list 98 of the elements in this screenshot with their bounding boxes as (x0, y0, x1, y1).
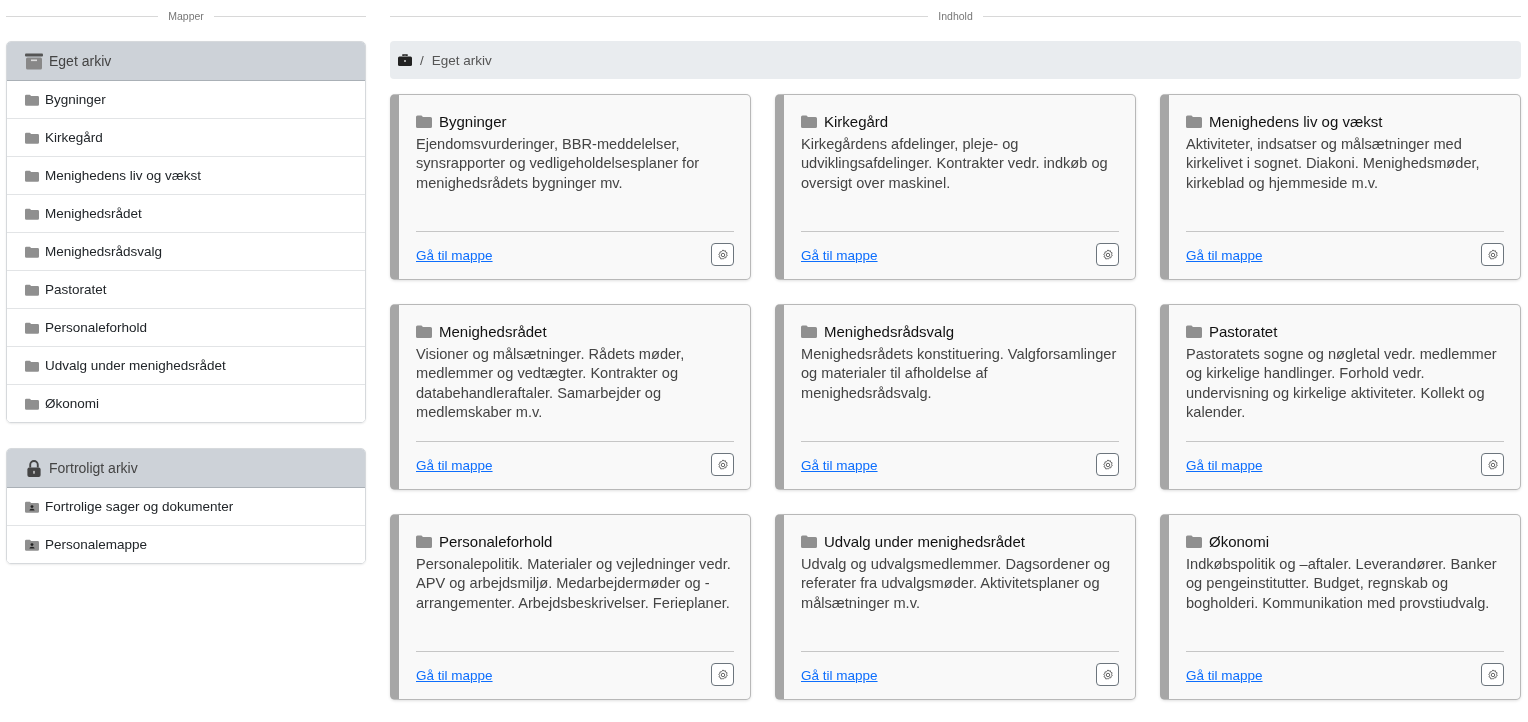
archive-header[interactable]: Fortroligt arkiv (7, 449, 365, 488)
folder-item[interactable]: Økonomi (7, 384, 365, 422)
card-description: Kirkegårdens afdelinger, pleje- og udviklingsafdelinger. Kontrakter vedr. indkøb og oversigt over maskinel. (801, 135, 1109, 193)
folder-item[interactable]: Menighedsrådet (7, 194, 365, 232)
card-title: Bygninger (439, 113, 507, 130)
folder-label: Pastoratet (45, 282, 107, 297)
settings-button[interactable] (1096, 663, 1119, 686)
folder-icon (416, 325, 432, 338)
open-folder-link[interactable]: Gå til mappe (1186, 458, 1263, 473)
folder-item[interactable]: Personaleforhold (7, 308, 365, 346)
card-description: Menighedsrådets konstituering. Valgforsamlinger og materialer til afholdelse af menighedsrådsvalg. (801, 345, 1118, 403)
card-description: Indkøbspolitik og –aftaler. Leverandører. Banker og pengeinstitutter. Budget, regnskab og bogholderi. Kommunikation med provstiudvalg. (1186, 555, 1498, 613)
settings-button[interactable] (1096, 453, 1119, 476)
folder-label: Menighedsrådsvalg (45, 244, 163, 259)
section-heading: Indhold (938, 10, 973, 22)
card-title: Udvalg under menighedsrådet (824, 533, 1025, 550)
card-description: Visioner og målsætninger. Rådets møder, medlemmer og vedtægter. Kontrakter og databehandleraftaler. Samarbejder og medlemskaber m.v. (416, 345, 686, 422)
settings-icon (716, 458, 729, 471)
settings-icon (1101, 668, 1114, 681)
open-folder-link[interactable]: Gå til mappe (416, 668, 493, 683)
card-title: Menighedsrådsvalg (824, 323, 955, 340)
folder-icon (801, 325, 817, 338)
folder-label: Menighedens liv og vækst (45, 168, 202, 183)
folder-icon (1186, 535, 1202, 548)
folder-item[interactable]: Personalemappe (7, 525, 365, 563)
folder-icon (25, 359, 39, 372)
settings-icon (1101, 248, 1114, 261)
settings-button[interactable] (711, 663, 734, 686)
folder-item[interactable]: Udvalg under menighedsrådet (7, 346, 365, 384)
settings-button[interactable] (1481, 243, 1504, 266)
open-folder-link[interactable]: Gå til mappe (801, 458, 878, 473)
card-description: Udvalg og udvalgsmedlemmer. Dagsordener og referater fra udvalgsmøder. Aktivitetsplaner og målsætninger m.v. (801, 555, 1112, 613)
folder-label: Bygninger (45, 92, 106, 107)
card-title: Pastoratet (1209, 323, 1278, 340)
folder-icon (1186, 115, 1202, 128)
card-title: Menighedens liv og vækst (1209, 113, 1383, 130)
settings-button[interactable] (1481, 453, 1504, 476)
card-description: Pastoratets sogne og nøgletal vedr. medlemmer og kirkelige handlinger. Forhold vedr. undervisning og kirkelige aktiviteter. Kollekt og kalender. (1186, 345, 1498, 422)
folder-icon (801, 115, 817, 128)
folder-icon (25, 321, 39, 334)
archive-header[interactable]: Eget arkiv (7, 42, 365, 81)
archive-title: Eget arkiv (49, 53, 112, 69)
breadcrumb-separator: / (420, 52, 424, 68)
settings-button[interactable] (1481, 663, 1504, 686)
folder-label: Personalemappe (45, 537, 148, 552)
folder-item[interactable]: Menighedsrådsvalg (7, 232, 365, 270)
folder-icon (25, 169, 39, 182)
folder-label: Udvalg under menighedsrådet (45, 358, 226, 373)
folder-icon (25, 207, 39, 220)
settings-icon (1486, 458, 1499, 471)
card-title: Menighedsrådet (439, 323, 547, 340)
folder-icon (25, 283, 39, 296)
folder-icon (801, 535, 817, 548)
folder-icon (416, 535, 432, 548)
folder-icon (1186, 325, 1202, 338)
settings-button[interactable] (1096, 243, 1119, 266)
folder-item[interactable]: Fortrolige sager og dokumenter (7, 488, 365, 525)
settings-button[interactable] (711, 453, 734, 476)
card-description: Aktiviteter, indsatser og målsætninger med kirkelivet i sognet. Diakoni. Menighedsmøder, kirkeblad og hjemmeside m.v. (1186, 135, 1481, 193)
folder-label: Menighedsrådet (45, 206, 142, 221)
breadcrumb-current: Eget arkiv (431, 52, 492, 68)
open-folder-link[interactable]: Gå til mappe (1186, 668, 1263, 683)
settings-icon (1101, 458, 1114, 471)
archive-title: Fortroligt arkiv (49, 460, 138, 476)
folder-label: Økonomi (45, 396, 100, 411)
folder-label: Personaleforhold (45, 320, 148, 335)
open-folder-link[interactable]: Gå til mappe (416, 248, 493, 263)
settings-icon (1486, 668, 1499, 681)
folder-icon (25, 93, 39, 106)
settings-icon (716, 248, 729, 261)
open-folder-link[interactable]: Gå til mappe (801, 668, 878, 683)
card-title: Økonomi (1209, 533, 1270, 550)
folder-icon (25, 245, 39, 258)
open-folder-link[interactable]: Gå til mappe (1186, 248, 1263, 263)
folder-item[interactable]: Kirkegård (7, 118, 365, 156)
person-folder-icon (25, 500, 39, 513)
folder-item[interactable]: Pastoratet (7, 270, 365, 308)
folder-icon (416, 115, 432, 128)
settings-button[interactable] (711, 243, 734, 266)
section-heading: Mapper (168, 10, 204, 22)
folder-icon (25, 397, 39, 410)
open-folder-link[interactable]: Gå til mappe (801, 248, 878, 263)
archive-box-icon (25, 52, 43, 70)
briefcase-icon[interactable] (398, 54, 412, 66)
settings-icon (716, 668, 729, 681)
card-title: Kirkegård (824, 113, 889, 130)
folder-label: Kirkegård (45, 130, 103, 145)
lock-icon (25, 459, 43, 477)
card-title: Personaleforhold (439, 533, 553, 550)
open-folder-link[interactable]: Gå til mappe (416, 458, 493, 473)
card-description: Personalepolitik. Materialer og vejledninger vedr. APV og arbejdsmiljø. Medarbejdermøder og -arrangementer. Arbejdsbeskrivelser. Ferieplaner. (416, 555, 732, 613)
folder-item[interactable]: Bygninger (7, 81, 365, 118)
folder-item[interactable]: Menighedens liv og vækst (7, 156, 365, 194)
folder-icon (25, 131, 39, 144)
folder-label: Fortrolige sager og dokumenter (45, 499, 234, 514)
settings-icon (1486, 248, 1499, 261)
person-folder-icon (25, 538, 39, 551)
card-description: Ejendomsvurderinger, BBR-meddelelser, synsrapporter og vedligeholdelsesplaner for menighedsrådets bygninger mv. (416, 135, 701, 193)
